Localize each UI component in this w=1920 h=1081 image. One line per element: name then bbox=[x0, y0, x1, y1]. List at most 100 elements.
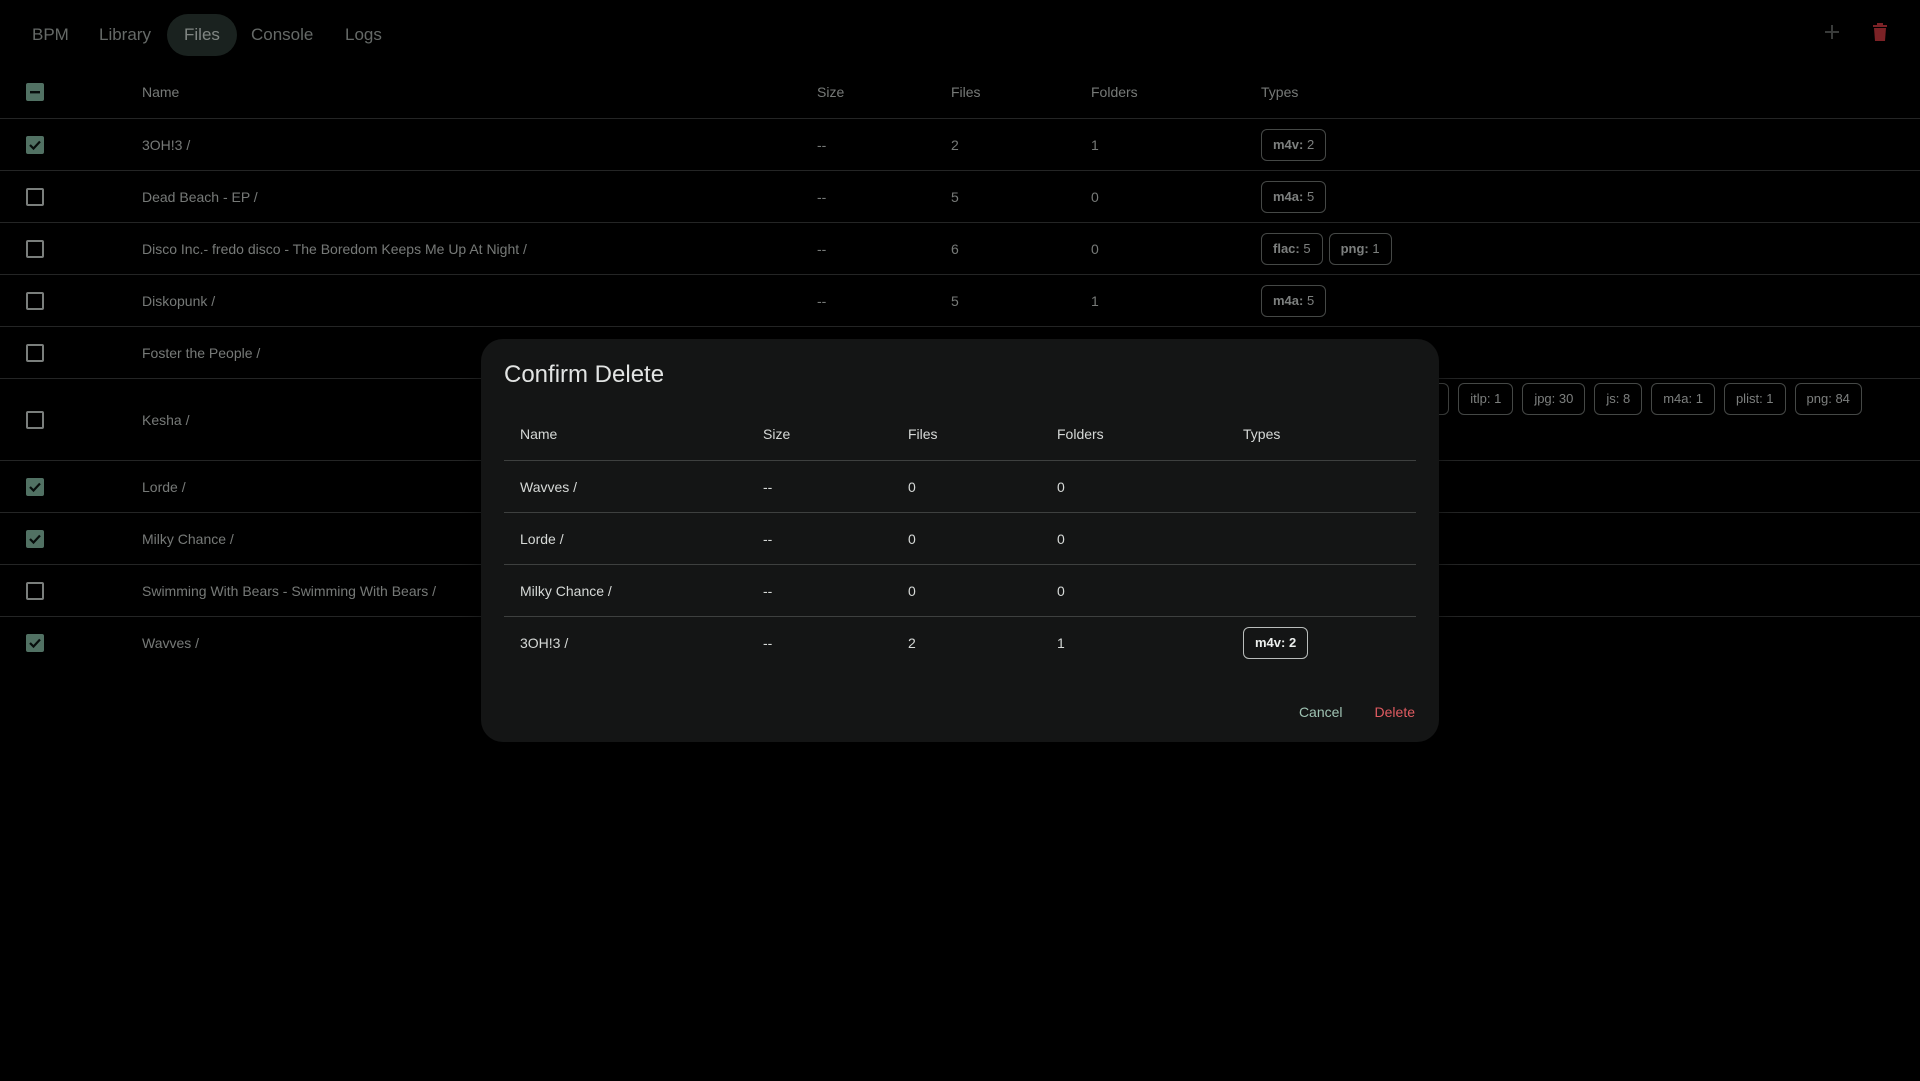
type-chip: m4a: 5 bbox=[1261, 180, 1327, 213]
row-files: 2 bbox=[908, 635, 916, 651]
row-name: Swimming With Bears - Swimming With Bear… bbox=[142, 582, 437, 599]
tab-library[interactable]: Library bbox=[82, 14, 168, 56]
row-folders: 1 bbox=[1057, 635, 1065, 651]
row-checkbox[interactable] bbox=[26, 291, 44, 310]
type-chip: png: 1 bbox=[1328, 232, 1392, 265]
row-folders: 0 bbox=[1057, 530, 1065, 547]
row-size: -- bbox=[817, 136, 827, 153]
row-checkbox[interactable] bbox=[26, 529, 44, 548]
confirm-delete-dialog: Confirm Delete Name Size Files Folders T… bbox=[481, 339, 1439, 742]
dialog-title: Confirm Delete bbox=[504, 361, 665, 388]
row-name: Dead Beach - EP / bbox=[142, 188, 258, 205]
row-checkbox[interactable] bbox=[26, 239, 44, 258]
row-files: 2 bbox=[951, 136, 959, 153]
row-size: -- bbox=[763, 530, 773, 547]
row-checkbox[interactable] bbox=[26, 343, 44, 362]
row-name: Diskopunk / bbox=[142, 292, 216, 309]
header-size: Size bbox=[763, 426, 791, 442]
type-chip: m4v: 2 bbox=[1261, 128, 1327, 161]
row-folders: 0 bbox=[1057, 478, 1065, 495]
check-icon bbox=[29, 482, 41, 492]
table-header: Name Size Files Folders Types bbox=[0, 66, 1920, 119]
kesha-type-chips: 7 itlp: 1 jpg: 30 js: 8 m4a: 1 plist: 1 … bbox=[1420, 383, 1862, 415]
header-types: Types bbox=[1243, 426, 1281, 442]
tab-logs[interactable]: Logs bbox=[328, 14, 399, 56]
add-button[interactable] bbox=[1820, 20, 1844, 44]
row-name: Foster the People / bbox=[142, 344, 261, 361]
header-folders[interactable]: Folders bbox=[1091, 66, 1138, 118]
row-name: 3OH!3 / bbox=[142, 136, 191, 153]
type-chip: m4v: 2 bbox=[1243, 627, 1309, 659]
row-name: Wavves / bbox=[142, 635, 200, 651]
row-size: -- bbox=[763, 635, 773, 651]
header-files: Files bbox=[908, 426, 938, 442]
header-size[interactable]: Size bbox=[817, 66, 844, 118]
type-chip: jpg: 30 bbox=[1522, 383, 1586, 415]
row-checkbox[interactable] bbox=[26, 477, 44, 496]
header-folders: Folders bbox=[1057, 426, 1104, 442]
header-name[interactable]: Name bbox=[142, 66, 179, 118]
row-checkbox[interactable] bbox=[26, 135, 44, 154]
minus-icon bbox=[30, 91, 40, 94]
row-size: -- bbox=[763, 582, 773, 599]
top-nav: BPM Library Files Console Logs bbox=[0, 0, 1920, 66]
header-types: Types bbox=[1261, 84, 1299, 100]
row-files: 5 bbox=[951, 292, 959, 309]
type-chip: js: 8 bbox=[1594, 383, 1643, 415]
type-chip: m4a: 5 bbox=[1261, 284, 1327, 317]
table-row[interactable]: Dead Beach - EP / -- 5 0 m4a: 5 bbox=[0, 171, 1920, 223]
row-name: Wavves / bbox=[520, 478, 578, 495]
dialog-table-header: Name Size Files Folders Types bbox=[504, 408, 1416, 461]
row-name: Disco Inc.- fredo disco - The Boredom Ke… bbox=[142, 240, 527, 257]
row-folders: 0 bbox=[1091, 240, 1099, 257]
plus-icon bbox=[1825, 25, 1839, 39]
dialog-table: Name Size Files Folders Types Wavves / -… bbox=[504, 408, 1416, 669]
cancel-button[interactable]: Cancel bbox=[1299, 704, 1343, 720]
trash-icon bbox=[1873, 23, 1887, 41]
row-checkbox[interactable] bbox=[26, 581, 44, 600]
row-folders: 1 bbox=[1091, 136, 1099, 153]
check-icon bbox=[29, 638, 41, 649]
delete-selected-button[interactable] bbox=[1868, 20, 1892, 44]
delete-button[interactable]: Delete bbox=[1375, 704, 1415, 720]
row-files: 0 bbox=[908, 478, 916, 495]
type-chip: itlp: 1 bbox=[1458, 383, 1514, 415]
tab-console[interactable]: Console bbox=[234, 14, 330, 56]
row-name: Milky Chance / bbox=[520, 582, 612, 599]
row-size: -- bbox=[817, 292, 827, 309]
row-size: -- bbox=[817, 240, 827, 257]
tab-bpm[interactable]: BPM bbox=[15, 14, 86, 56]
type-chip: png: 84 bbox=[1794, 383, 1862, 415]
row-size: -- bbox=[817, 188, 827, 205]
row-name: Kesha / bbox=[142, 411, 190, 428]
check-icon bbox=[29, 140, 41, 150]
select-all-checkbox[interactable] bbox=[26, 83, 44, 101]
table-row[interactable]: 3OH!3 / -- 2 1 m4v: 2 bbox=[0, 119, 1920, 171]
row-files: 0 bbox=[908, 530, 916, 547]
row-folders: 0 bbox=[1057, 582, 1065, 599]
row-name: 3OH!3 / bbox=[520, 635, 569, 651]
table-row[interactable]: Diskopunk / -- 5 1 m4a: 5 bbox=[0, 275, 1920, 327]
row-size: -- bbox=[763, 478, 773, 495]
row-checkbox[interactable] bbox=[26, 187, 44, 206]
table-row[interactable]: Disco Inc.- fredo disco - The Boredom Ke… bbox=[0, 223, 1920, 275]
type-chip: plist: 1 bbox=[1723, 383, 1786, 415]
row-files: 6 bbox=[951, 240, 959, 257]
row-checkbox[interactable] bbox=[26, 410, 44, 429]
row-files: 0 bbox=[908, 582, 916, 599]
tab-files[interactable]: Files bbox=[167, 14, 237, 56]
row-files: 5 bbox=[951, 188, 959, 205]
dialog-row: 3OH!3 / -- 2 1 m4v: 2 bbox=[504, 617, 1416, 669]
header-name: Name bbox=[520, 426, 558, 442]
row-name: Lorde / bbox=[520, 530, 564, 547]
row-folders: 1 bbox=[1091, 292, 1099, 309]
row-name: Lorde / bbox=[142, 478, 186, 495]
row-checkbox[interactable] bbox=[26, 634, 44, 652]
row-folders: 0 bbox=[1091, 188, 1099, 205]
row-name: Milky Chance / bbox=[142, 530, 234, 547]
header-files[interactable]: Files bbox=[951, 66, 981, 118]
dialog-row: Lorde / -- 0 0 bbox=[504, 513, 1416, 565]
check-icon bbox=[29, 534, 41, 544]
dialog-row: Wavves / -- 0 0 bbox=[504, 461, 1416, 513]
dialog-row: Milky Chance / -- 0 0 bbox=[504, 565, 1416, 617]
